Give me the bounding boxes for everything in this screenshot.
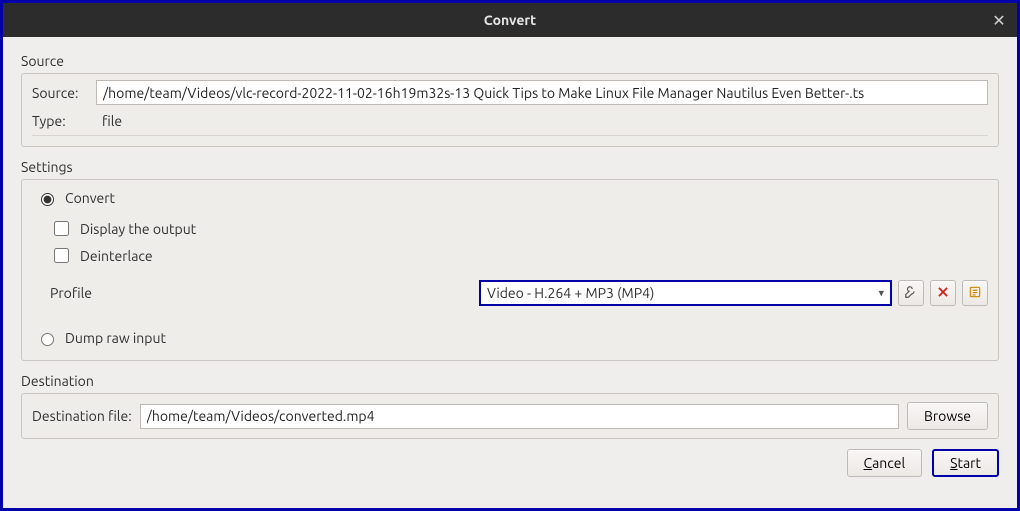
close-icon[interactable]: ✕ (989, 10, 1009, 30)
new-profile-icon (968, 285, 982, 302)
convert-radio-label: Convert (65, 190, 115, 206)
settings-panel: Convert Display the output Deinterlace P… (21, 179, 999, 361)
settings-section-label: Settings (21, 159, 999, 175)
destination-label: Destination file: (32, 408, 132, 424)
cancel-button-label: Cancel (864, 455, 906, 471)
dump-radio[interactable]: Dump raw input (36, 330, 988, 346)
destination-section-label: Destination (21, 373, 999, 389)
display-output-check-input[interactable] (54, 221, 69, 236)
profile-select[interactable]: Video - H.264 + MP3 (MP4) ▾ (479, 280, 892, 306)
profile-label: Profile (50, 285, 108, 301)
destination-panel: Destination file: Browse (21, 393, 999, 439)
start-button[interactable]: Start (932, 449, 999, 477)
dialog-footer: Cancel Start (21, 449, 999, 477)
profile-select-value: Video - H.264 + MP3 (MP4) (487, 285, 654, 301)
edit-profile-button[interactable] (898, 280, 924, 306)
cancel-button[interactable]: Cancel (847, 449, 923, 477)
new-profile-button[interactable] (962, 280, 988, 306)
type-value: file (102, 113, 122, 129)
titlebar[interactable]: Convert ✕ (3, 3, 1017, 37)
wrench-icon (904, 285, 918, 302)
type-label: Type: (32, 113, 88, 129)
deinterlace-label: Deinterlace (80, 248, 153, 264)
dump-radio-label: Dump raw input (65, 330, 166, 346)
source-panel: Source: Type: file (21, 73, 999, 147)
display-output-check[interactable]: Display the output (50, 218, 988, 239)
source-section-label: Source (21, 53, 999, 69)
source-input[interactable] (96, 80, 988, 105)
display-output-label: Display the output (80, 221, 196, 237)
deinterlace-check-input[interactable] (54, 248, 69, 263)
deinterlace-check[interactable]: Deinterlace (50, 245, 988, 266)
source-label: Source: (32, 85, 88, 101)
chevron-down-icon: ▾ (878, 287, 884, 300)
dialog-content: Source Source: Type: file Settings Conve… (3, 37, 1017, 489)
browse-button-label: Browse (924, 408, 971, 424)
browse-button[interactable]: Browse (907, 402, 988, 430)
dump-radio-input[interactable] (41, 333, 54, 346)
convert-radio-input[interactable] (41, 193, 54, 206)
delete-x-icon (936, 285, 950, 302)
destination-input[interactable] (140, 404, 899, 429)
delete-profile-button[interactable] (930, 280, 956, 306)
start-button-label: Start (950, 455, 981, 471)
window-title: Convert (484, 12, 536, 28)
convert-radio[interactable]: Convert (36, 190, 988, 206)
